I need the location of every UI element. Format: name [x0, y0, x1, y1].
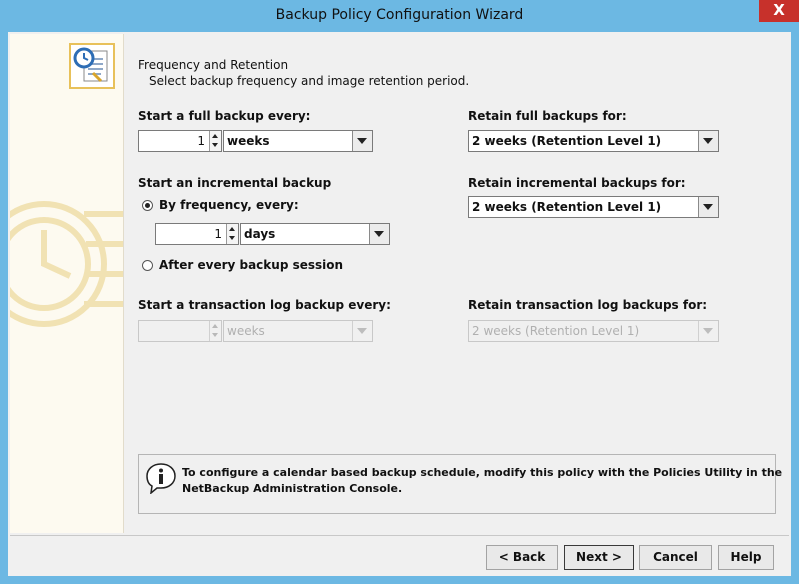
clock-schedule-icon: [73, 47, 108, 83]
wizard-logo: [69, 43, 115, 89]
arrow-up-icon[interactable]: [229, 227, 235, 231]
info-text-line-1: To configure a calendar based backup sch…: [182, 466, 783, 479]
transaction-log-label: Start a transaction log backup every:: [138, 298, 391, 312]
incremental-unit-select[interactable]: days: [240, 223, 390, 245]
retain-full-label: Retain full backups for:: [468, 109, 627, 123]
dropdown-button[interactable]: [369, 224, 389, 244]
incremental-frequency-stepper[interactable]: 1: [155, 223, 239, 245]
by-frequency-radio[interactable]: [142, 200, 153, 211]
stepper-arrows[interactable]: [226, 224, 238, 244]
page-title: Frequency and Retention: [138, 58, 289, 72]
retain-full-select[interactable]: 2 weeks (Retention Level 1): [468, 130, 719, 152]
by-frequency-label[interactable]: By frequency, every:: [159, 198, 299, 212]
incremental-unit-value: days: [244, 227, 276, 241]
chevron-down-icon: [357, 138, 367, 144]
dropdown-button[interactable]: [352, 131, 372, 151]
retain-transaction-log-select[interactable]: 2 weeks (Retention Level 1): [468, 320, 719, 342]
retain-incremental-value: 2 weeks (Retention Level 1): [472, 200, 662, 214]
arrow-up-icon[interactable]: [212, 134, 218, 138]
wizard-sidebar: [10, 34, 124, 533]
full-backup-frequency-stepper[interactable]: 1: [138, 130, 222, 152]
close-button[interactable]: X: [759, 0, 799, 22]
chevron-down-icon: [374, 231, 384, 237]
stepper-arrows[interactable]: [209, 321, 221, 341]
next-button[interactable]: Next >: [564, 545, 634, 570]
chevron-down-icon: [703, 204, 713, 210]
dropdown-button[interactable]: [698, 197, 718, 217]
arrow-down-icon[interactable]: [212, 333, 218, 337]
footer-divider: [10, 535, 789, 536]
transaction-log-frequency-stepper[interactable]: [138, 320, 222, 342]
stepper-arrows[interactable]: [209, 131, 221, 151]
wizard-client-area: Frequency and Retention Select backup fr…: [8, 32, 791, 576]
chevron-down-icon: [703, 328, 713, 334]
retain-transaction-log-label: Retain transaction log backups for:: [468, 298, 708, 312]
full-backup-label: Start a full backup every:: [138, 109, 311, 123]
transaction-log-unit-value: weeks: [227, 324, 265, 338]
after-session-label[interactable]: After every backup session: [159, 258, 343, 272]
back-button[interactable]: < Back: [486, 545, 558, 570]
chevron-down-icon: [703, 138, 713, 144]
retain-full-value: 2 weeks (Retention Level 1): [472, 134, 662, 148]
after-session-radio[interactable]: [142, 260, 153, 271]
arrow-up-icon[interactable]: [212, 324, 218, 328]
retain-incremental-label: Retain incremental backups for:: [468, 176, 686, 190]
help-button[interactable]: Help: [718, 545, 774, 570]
transaction-log-unit-select[interactable]: weeks: [223, 320, 373, 342]
page-subtitle: Select backup frequency and image retent…: [149, 74, 470, 88]
incremental-frequency-value: 1: [214, 227, 222, 241]
wizard-window: Backup Policy Configuration Wizard X Fre…: [0, 0, 799, 584]
arrow-down-icon[interactable]: [229, 236, 235, 240]
cancel-button[interactable]: Cancel: [639, 545, 712, 570]
full-backup-frequency-value: 1: [197, 134, 205, 148]
clock-document-watermark-icon: [10, 201, 123, 327]
arrow-down-icon[interactable]: [212, 143, 218, 147]
dropdown-button[interactable]: [698, 321, 718, 341]
chevron-down-icon: [357, 328, 367, 334]
title-bar[interactable]: Backup Policy Configuration Wizard X: [0, 0, 799, 32]
retain-transaction-log-value: 2 weeks (Retention Level 1): [472, 324, 640, 338]
dropdown-button[interactable]: [352, 321, 372, 341]
full-backup-unit-select[interactable]: weeks: [223, 130, 373, 152]
info-text-line-2: NetBackup Administration Console.: [182, 482, 403, 495]
retain-incremental-select[interactable]: 2 weeks (Retention Level 1): [468, 196, 719, 218]
full-backup-unit-value: weeks: [227, 134, 270, 148]
wizard-content: Frequency and Retention Select backup fr…: [125, 34, 789, 533]
info-balloon-icon: [146, 463, 176, 494]
window-title: Backup Policy Configuration Wizard: [275, 7, 524, 23]
info-panel: To configure a calendar based backup sch…: [138, 454, 782, 514]
dropdown-button[interactable]: [698, 131, 718, 151]
incremental-backup-label: Start an incremental backup: [138, 176, 332, 190]
